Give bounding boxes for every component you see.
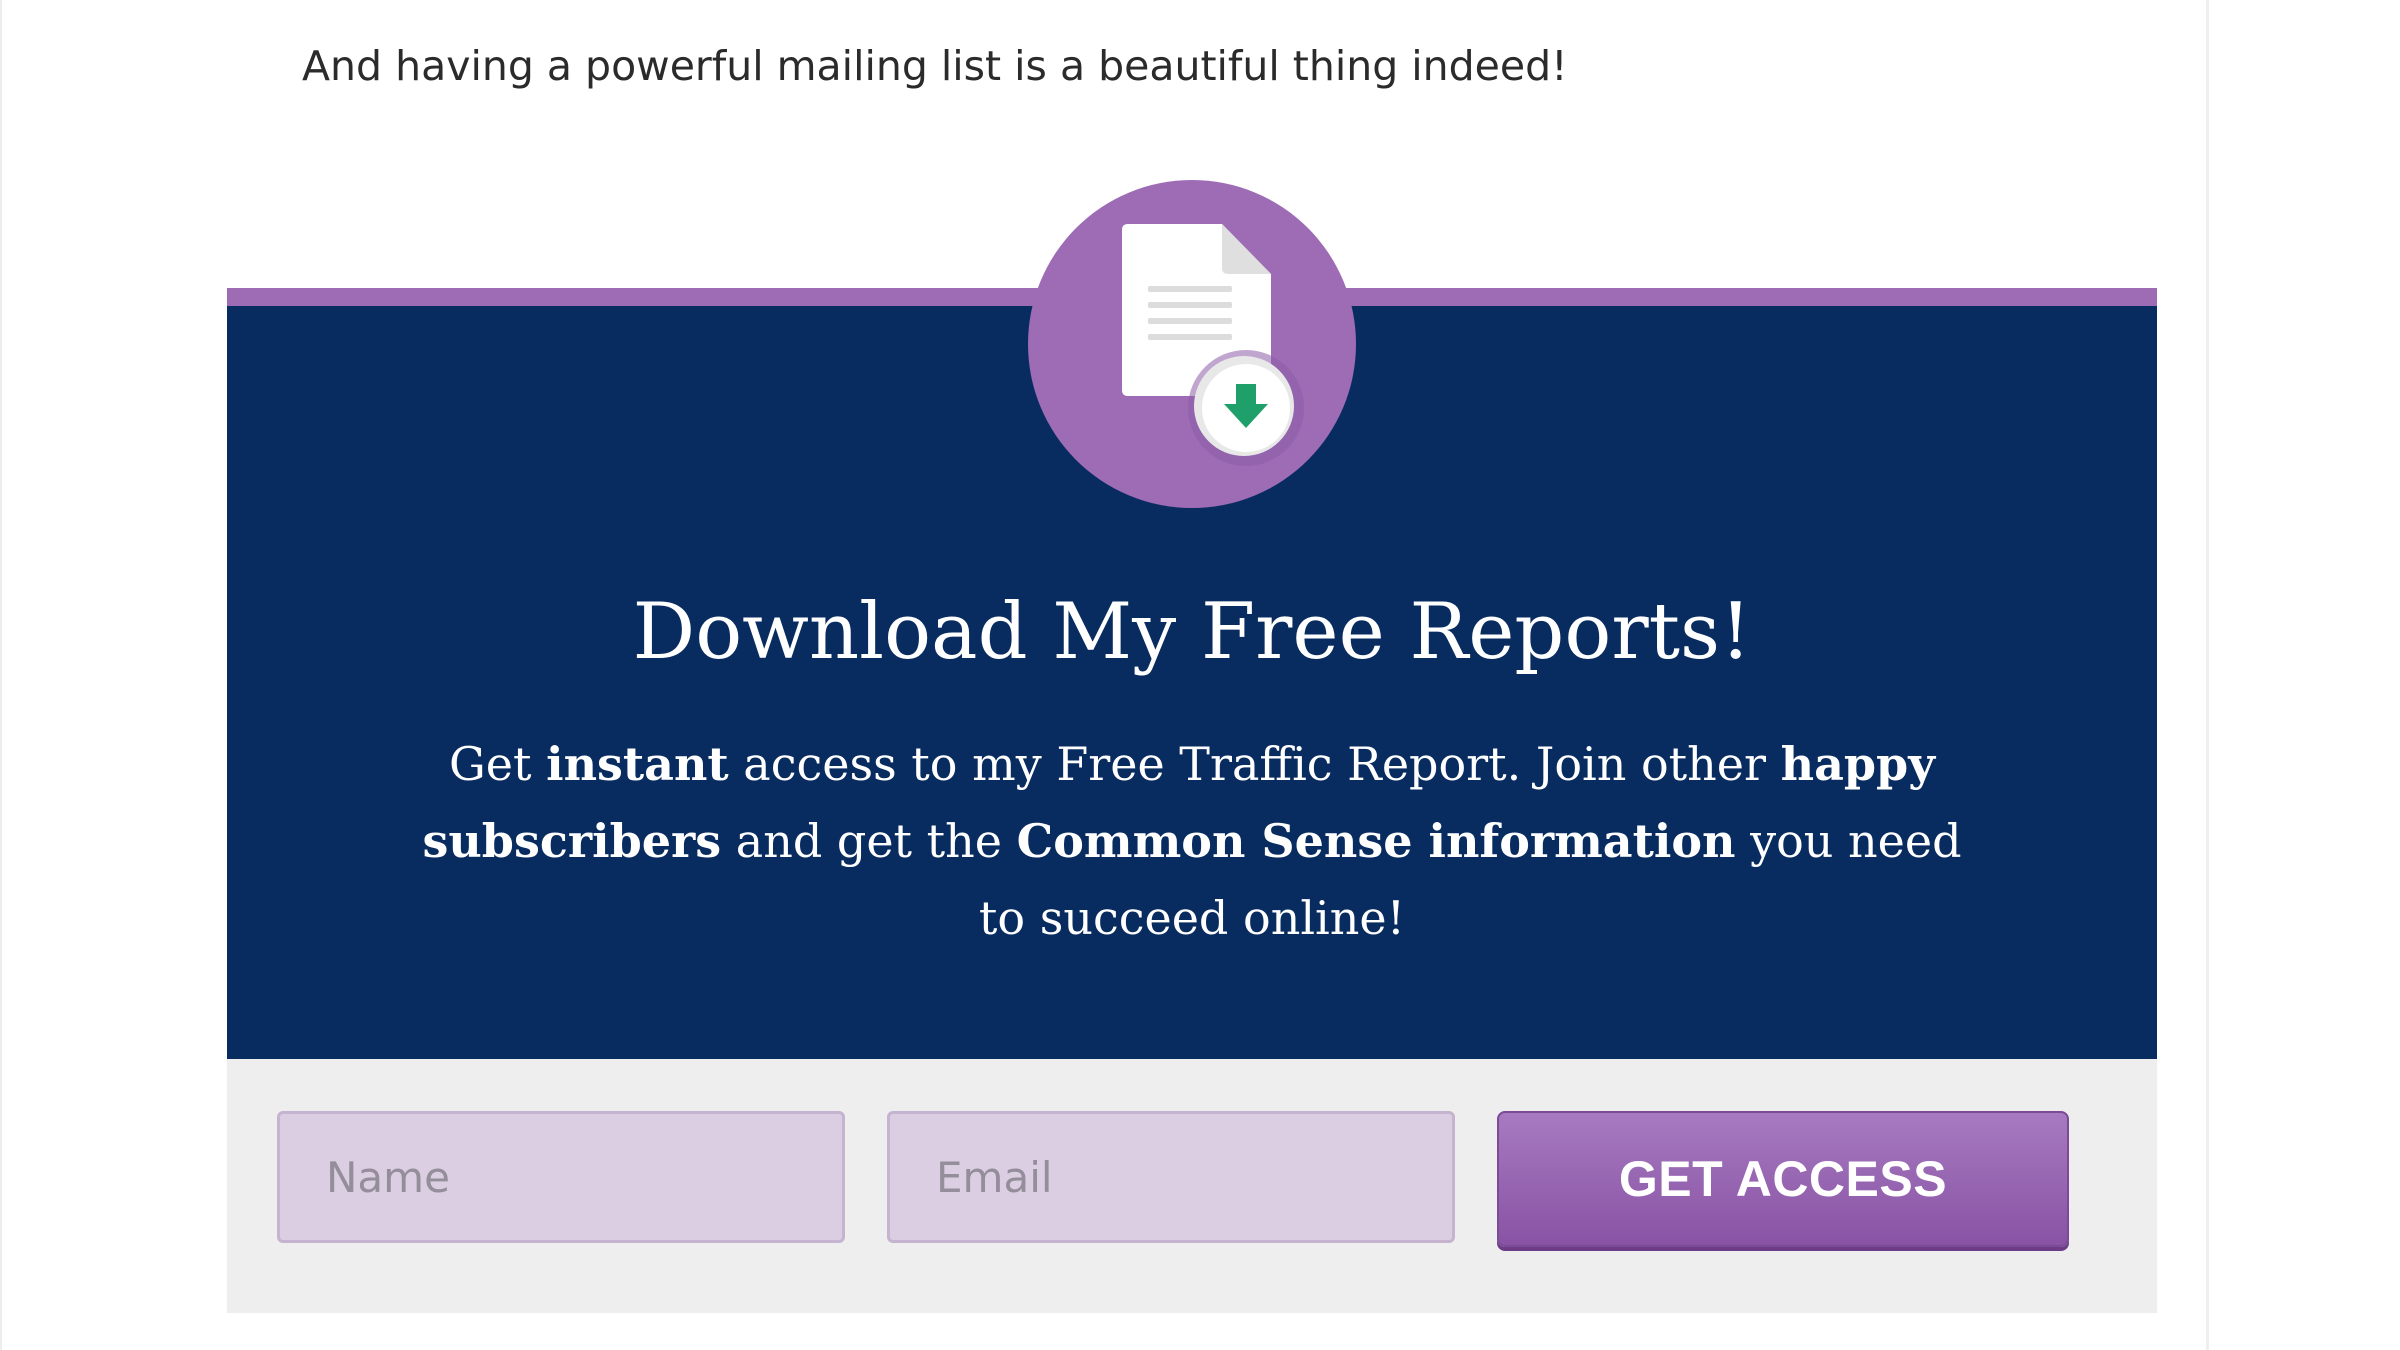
name-input[interactable]	[277, 1111, 845, 1243]
content-right-divider	[2206, 0, 2209, 1350]
document-download-icon	[1028, 180, 1356, 508]
description-text: and get the	[721, 814, 1017, 868]
description-text: access to my Free Traffic Report. Join o…	[728, 737, 1781, 791]
description-text: Get	[449, 737, 547, 791]
intro-paragraph: And having a powerful mailing list is a …	[302, 42, 1568, 90]
optin-title: Download My Free Reports!	[632, 587, 1752, 677]
email-input[interactable]	[887, 1111, 1455, 1243]
description-bold-instant: instant	[546, 737, 729, 791]
description-bold-information: Common Sense information	[1016, 814, 1736, 868]
optin-form: GET ACCESS	[227, 1059, 2157, 1313]
get-access-button[interactable]: GET ACCESS	[1497, 1111, 2069, 1247]
page-left-edge	[0, 0, 2, 1350]
optin-description: Get instant access to my Free Traffic Re…	[417, 726, 1967, 957]
